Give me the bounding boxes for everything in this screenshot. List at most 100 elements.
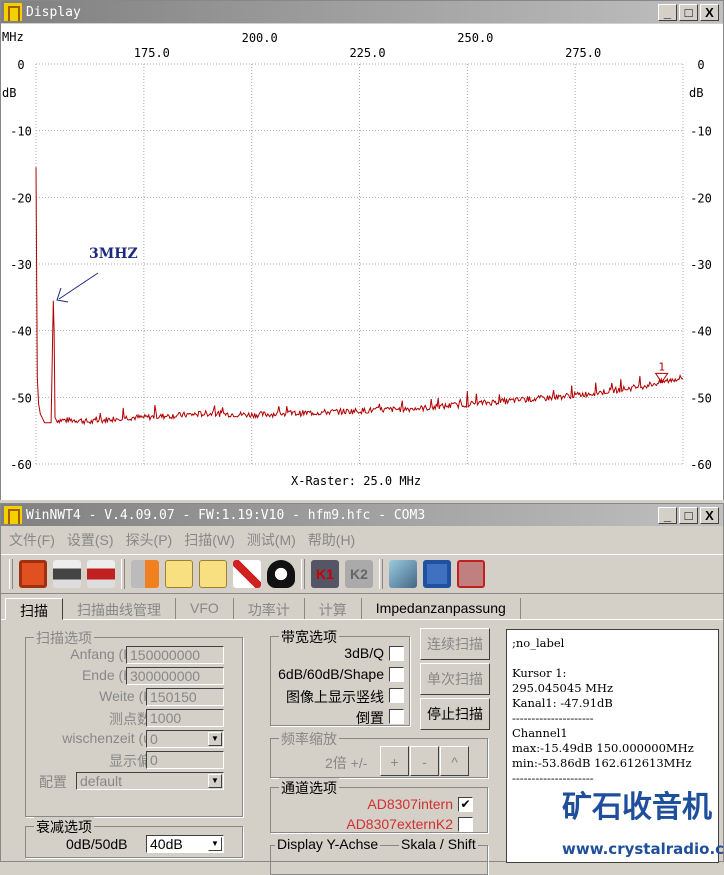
tab-vfo[interactable]: VFO (176, 598, 234, 619)
knife-icon[interactable] (233, 560, 261, 588)
offset-input[interactable]: 0 (146, 751, 224, 769)
freq-zoom-group: 频率缩放 2倍 +/- + - ^ (270, 729, 488, 778)
tab-bar: 扫描 扫描曲线管理 VFO 功率计 计算 Impedanzanpassung (1, 598, 723, 620)
k2-icon[interactable]: K2 (345, 560, 373, 588)
bw-shape-checkbox[interactable] (389, 667, 404, 682)
marker-label: 1 (658, 360, 665, 373)
ch2-label: AD8307externK2 (346, 816, 453, 832)
scan-options-title: 扫描选项 (34, 628, 94, 648)
print-pdf-icon[interactable] (87, 560, 115, 588)
bw-vline-checkbox[interactable] (389, 688, 404, 703)
y-tick-label-left: -40 (10, 325, 32, 339)
tab-calculate[interactable]: 计算 (305, 598, 362, 619)
ch1-checkbox[interactable]: ✔ (458, 797, 473, 812)
db-chart-icon[interactable] (199, 560, 227, 588)
single-scan-button[interactable]: 单次扫描 (420, 663, 490, 695)
menu-test[interactable]: 测试(M) (247, 530, 296, 550)
span-icon[interactable] (457, 560, 485, 588)
zoom-up-button[interactable]: ^ (440, 746, 469, 776)
info-panel: ;no_label Kursor 1: 295.045045 MHz Kanal1:… (506, 629, 724, 863)
stop-scan-button[interactable]: 停止扫描 (420, 698, 490, 730)
ende-input[interactable]: 300000000 (126, 667, 224, 685)
display-title: Display (26, 4, 81, 20)
separator: --------------------- (512, 771, 594, 785)
y-tick-label-right: -30 (690, 258, 712, 272)
watermark-logo: 矿石收音机 (562, 790, 712, 825)
attenuation-select[interactable]: 40dB ▼ (146, 835, 224, 853)
display-titlebar[interactable]: Display _ □ X (1, 1, 723, 23)
separator: --------------------- (512, 711, 594, 725)
k1-icon[interactable]: K1 (311, 560, 339, 588)
menu-settings[interactable]: 设置(S) (67, 530, 114, 550)
tools-icon[interactable] (131, 560, 159, 588)
zoom-label: 2倍 +/- (325, 755, 368, 771)
zoom-minus-button[interactable]: - (410, 746, 439, 776)
bw-3db-label: 3dB/Q (344, 645, 384, 661)
penguin-icon[interactable] (267, 560, 295, 588)
cursor-level: Kanal1: -47.91dB (512, 696, 613, 710)
y-tick-label-left: -20 (10, 191, 32, 205)
maximize-button[interactable]: □ (679, 506, 698, 524)
bw-3db-checkbox[interactable] (389, 646, 404, 661)
weite-input[interactable]: 150150 (146, 688, 224, 706)
printer-icon[interactable] (53, 560, 81, 588)
spectrum-chart: 0 0 -10 -10 -20 -20 -30 -30 -40 -40 -50 -50 -60 -60 20… (10, 31, 712, 472)
x-tick-label: 225.0 (349, 46, 385, 60)
ch2-checkbox[interactable] (458, 817, 473, 832)
power-icon[interactable] (19, 560, 47, 588)
menu-bar: 文件(F) 设置(S) 探头(P) 扫描(W) 测试(M) 帮助(H) (1, 526, 723, 554)
bandwidth-group: 带宽选项 3dB/Q 6dB/60dB/Shape 图像上显示竖线 倒置 (270, 627, 410, 726)
app-icon (4, 506, 22, 524)
y-tick-label-right: -20 (690, 191, 712, 205)
y-unit-right: dB (689, 86, 704, 100)
annotation-arrowhead (56, 287, 69, 303)
y-tick-label-right: 0 (697, 58, 704, 72)
menu-help[interactable]: 帮助(H) (308, 530, 355, 550)
bw-invert-checkbox[interactable] (389, 709, 404, 724)
wait-select[interactable]: 0 ▼ (146, 730, 224, 748)
chevron-down-icon[interactable]: ▼ (208, 837, 222, 851)
attenuation-group: 衰减选项 0dB/50dB 40dB ▼ (25, 817, 243, 858)
continuous-scan-button[interactable]: 连续扫描 (420, 628, 490, 660)
tab-curve-management[interactable]: 扫描曲线管理 (63, 598, 176, 619)
maximize-button[interactable]: □ (679, 3, 698, 21)
tab-power-meter[interactable]: 功率计 (234, 598, 305, 619)
tab-scan[interactable]: 扫描 (5, 598, 63, 620)
cursor-frequency: 295.045045 MHz (512, 681, 614, 695)
bw-shape-label: 6dB/60dB/Shape (278, 666, 384, 682)
close-button[interactable]: X (700, 506, 719, 524)
sweep-chart-icon[interactable] (165, 560, 193, 588)
zoom-plus-button[interactable]: + (380, 746, 409, 776)
open-folder-icon[interactable] (389, 560, 417, 588)
anfang-input[interactable]: 150000000 (126, 646, 224, 664)
y-tick-label-left: -10 (10, 125, 32, 139)
minimize-button[interactable]: _ (658, 3, 677, 21)
chevron-down-icon[interactable]: ▼ (208, 732, 222, 746)
close-button[interactable]: X (700, 3, 719, 21)
y-tick-label-left: -60 (10, 458, 32, 472)
x-tick-label: 250.0 (457, 31, 493, 45)
menu-scan[interactable]: 扫描(W) (184, 530, 235, 550)
attenuation-label: 0dB/50dB (66, 836, 128, 852)
menu-file[interactable]: 文件(F) (9, 530, 55, 550)
tab-impedance[interactable]: Impedanzanpassung (362, 598, 521, 619)
main-window: WinNWT4 - V.4.09.07 - FW:1.19:V10 - hfm9… (0, 503, 724, 875)
chevron-down-icon[interactable]: ▼ (208, 774, 222, 788)
save-icon[interactable] (423, 560, 451, 588)
menu-probe[interactable]: 探头(P) (126, 530, 173, 550)
x-tick-label: 175.0 (134, 46, 170, 60)
channel-group: 通道选项 AD8307intern ✔ AD8307externK2 (270, 778, 488, 833)
points-input[interactable]: 1000 (146, 709, 224, 727)
channel-max: max:-15.49dB 150.000000MHz (512, 741, 694, 755)
y-axis-group: Display Y-Achse Skala / Shift (270, 836, 488, 875)
ch1-label: AD8307intern (367, 796, 453, 812)
bandwidth-title: 带宽选项 (279, 627, 339, 647)
scale-shift-title: Skala / Shift (399, 836, 478, 852)
minimize-button[interactable]: _ (658, 506, 677, 524)
config-label: 配置 (39, 774, 67, 790)
plot-area[interactable]: 0 0 -10 -10 -20 -20 -30 -30 -40 -40 -50 -50 -60 -60 20… (1, 24, 723, 500)
config-select[interactable]: default ▼ (76, 772, 224, 790)
main-titlebar[interactable]: WinNWT4 - V.4.09.07 - FW:1.19:V10 - hfm9… (1, 504, 723, 526)
scan-options-group: 扫描选项 Anfang (Hz) 150000000 Ende (Hz) 300… (25, 628, 243, 817)
bw-invert-label: 倒置 (356, 710, 384, 726)
